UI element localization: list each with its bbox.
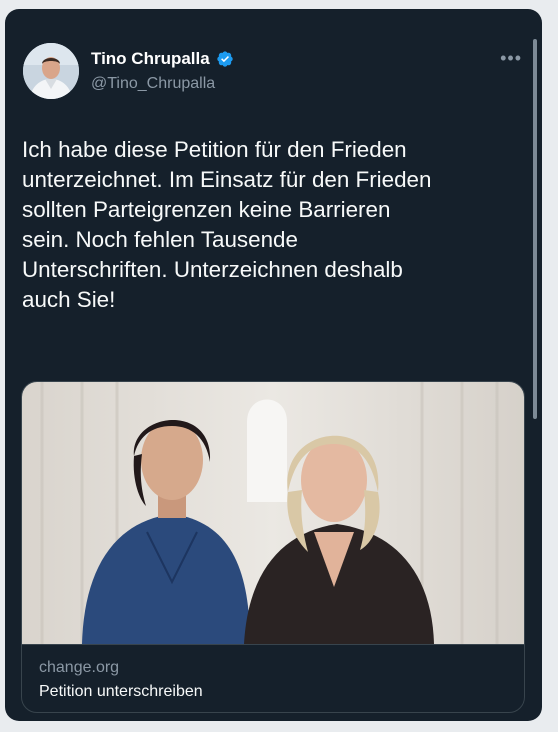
tweet-text-line: sein. Noch fehlen Tausende bbox=[22, 227, 298, 252]
scrollbar[interactable] bbox=[533, 39, 537, 419]
tweet-text-line: sollten Parteigrenzen keine Barrieren bbox=[22, 197, 391, 222]
card-domain: change.org bbox=[39, 659, 120, 676]
card-footer[interactable]: change.org Petition unterschreiben bbox=[22, 644, 524, 712]
tweet-text-line: Ich habe diese Petition für den Frieden bbox=[22, 137, 407, 162]
more-icon[interactable]: ••• bbox=[500, 49, 522, 67]
card-title[interactable]: Petition unterschreiben bbox=[39, 683, 203, 701]
tweet-text-line: auch Sie! bbox=[22, 287, 116, 312]
link-card[interactable]: change.org Petition unterschreiben bbox=[21, 381, 525, 713]
tweet-text-line: Unterschriften. Unterzeichnen deshalb bbox=[22, 257, 403, 282]
avatar-image bbox=[23, 43, 79, 99]
tweet-text-line: unterzeichnet. Im Einsatz für den Friede… bbox=[22, 167, 432, 192]
author-name[interactable]: Tino Chrupalla bbox=[91, 49, 210, 69]
tweet-frame: Tino Chrupalla @Tino_Chrupalla ••• Ich h… bbox=[5, 9, 542, 721]
verified-badge-icon bbox=[217, 51, 233, 67]
card-image[interactable] bbox=[22, 382, 524, 644]
avatar[interactable] bbox=[23, 43, 79, 99]
tweet-text: Ich habe diese Petition für den Frieden … bbox=[22, 135, 527, 315]
author-handle[interactable]: @Tino_Chrupalla bbox=[91, 75, 215, 93]
